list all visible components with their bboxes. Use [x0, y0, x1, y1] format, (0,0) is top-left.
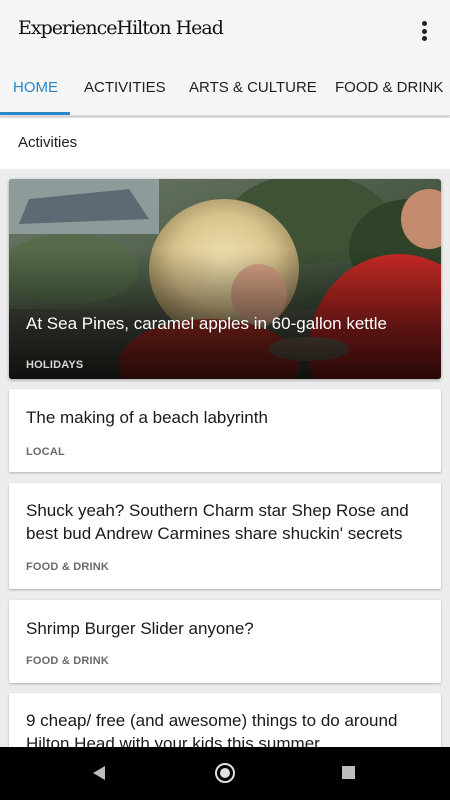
section-header: Activities [0, 118, 450, 169]
article-title[interactable]: 9 cheap/ free (and awesome) things to do… [26, 709, 426, 747]
article-category: FOOD & DRINK [26, 561, 110, 573]
article-card[interactable]: 9 cheap/ free (and awesome) things to do… [9, 693, 441, 747]
hero-article-category: HOLIDAYS [26, 359, 84, 371]
section-title: Activities [18, 134, 78, 151]
article-card[interactable]: Shrimp Burger Slider anyone? FOOD & DRIN… [9, 600, 441, 683]
menu-dot [421, 21, 427, 26]
hero-article-title[interactable]: At Sea Pines, caramel apples in 60-gallo… [26, 313, 426, 335]
tab-activities[interactable]: ACTIVITIES [84, 62, 166, 115]
app-bar: ExperienceHilton Head [0, 0, 450, 62]
tab-food-drink[interactable]: FOOD & DRINK [335, 62, 443, 115]
hero-article-card[interactable]: At Sea Pines, caramel apples in 60-gallo… [9, 179, 441, 379]
home-circle-icon[interactable] [215, 763, 235, 783]
recents-square-icon[interactable] [342, 766, 355, 779]
app-logo[interactable]: ExperienceHilton Head [18, 17, 224, 39]
tab-arts-culture[interactable]: ARTS & CULTURE [189, 62, 317, 115]
article-title[interactable]: The making of a beach labyrinth [26, 406, 426, 429]
category-tabs: HOME ACTIVITIES ARTS & CULTURE FOOD & DR… [0, 62, 450, 116]
more-vert-icon[interactable] [412, 18, 436, 44]
article-card[interactable]: The making of a beach labyrinth LOCAL [9, 389, 441, 472]
app-screen: ExperienceHilton Head HOME ACTIVITIES AR… [0, 0, 450, 800]
menu-dot [421, 28, 427, 34]
tab-home[interactable]: HOME [13, 62, 58, 115]
hero-gradient-overlay [9, 179, 441, 379]
article-category: LOCAL [26, 446, 65, 458]
active-tab-indicator [0, 112, 70, 115]
article-title[interactable]: Shuck yeah? Southern Charm star Shep Ros… [26, 499, 426, 545]
article-category: FOOD & DRINK [26, 655, 110, 667]
menu-dot [421, 36, 427, 41]
article-feed[interactable]: At Sea Pines, caramel apples in 60-gallo… [0, 169, 450, 747]
system-nav-bar [0, 747, 450, 800]
article-card[interactable]: Shuck yeah? Southern Charm star Shep Ros… [9, 483, 441, 589]
article-title[interactable]: Shrimp Burger Slider anyone? [26, 617, 426, 640]
back-triangle-icon[interactable] [93, 766, 105, 780]
